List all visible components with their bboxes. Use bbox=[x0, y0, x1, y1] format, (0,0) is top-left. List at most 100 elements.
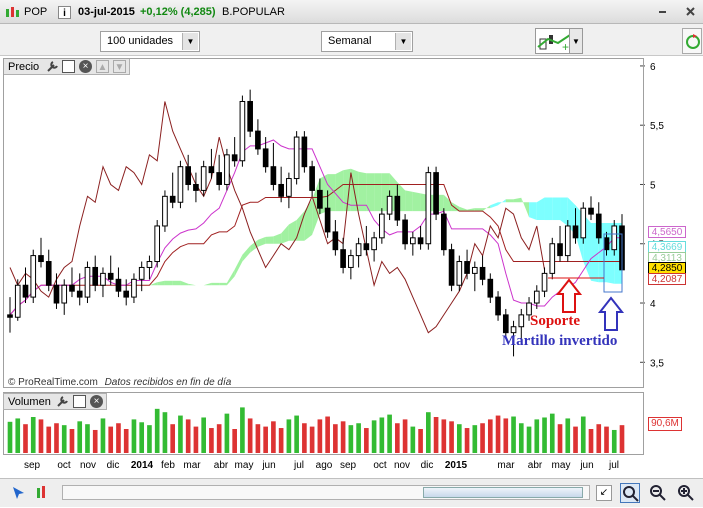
horizontal-scrollbar[interactable] bbox=[62, 485, 590, 500]
volume-bar bbox=[464, 428, 470, 453]
candle-body bbox=[38, 255, 44, 263]
scrollbar-thumb[interactable] bbox=[423, 487, 583, 498]
volume-bar bbox=[170, 424, 176, 453]
cloud-segment bbox=[536, 197, 545, 221]
support-annotation: Soporte bbox=[530, 313, 580, 329]
x-tick-label: 2014 bbox=[131, 460, 154, 471]
candle-body bbox=[410, 237, 416, 245]
volume-bar bbox=[294, 415, 299, 453]
volume-bar bbox=[30, 417, 36, 453]
candle-body bbox=[518, 314, 525, 328]
volume-bar bbox=[511, 416, 516, 453]
x-tick-label: may bbox=[235, 460, 254, 471]
x-tick-label: sep bbox=[24, 460, 41, 471]
x-tick-label: nov bbox=[80, 460, 96, 471]
volume-bar bbox=[611, 429, 617, 453]
y-tick-label: 4 bbox=[650, 299, 656, 310]
volume-bar bbox=[371, 420, 377, 453]
candle-body bbox=[278, 183, 284, 197]
zoom-fit-icon[interactable] bbox=[620, 483, 640, 503]
volume-bar bbox=[495, 415, 501, 453]
candle-body bbox=[69, 284, 75, 292]
candle-body bbox=[317, 189, 323, 209]
maximize-icon[interactable] bbox=[73, 395, 86, 408]
candle-body bbox=[557, 243, 563, 257]
cloud-segment bbox=[521, 197, 530, 218]
time-axis: sep oct nov dic 2014 feb mar abr may jun jul ago sep… bbox=[24, 460, 619, 471]
volume-bar bbox=[418, 429, 423, 453]
x-tick-label: ago bbox=[316, 460, 333, 471]
volume-bar bbox=[619, 425, 625, 453]
volume-bar bbox=[557, 424, 563, 453]
volume-bar bbox=[433, 417, 439, 453]
cloud-segment bbox=[560, 197, 568, 226]
volume-bar bbox=[162, 412, 168, 453]
volume-bar bbox=[247, 418, 253, 453]
x-tick-label: mar bbox=[497, 460, 515, 471]
cloud-segment bbox=[164, 280, 173, 286]
candle-body bbox=[324, 207, 331, 233]
volume-value-label: 90,6M bbox=[648, 417, 682, 431]
volume-bar bbox=[573, 426, 578, 453]
volume-bar bbox=[302, 423, 307, 453]
cloud-segment bbox=[273, 233, 282, 244]
volume-bar bbox=[580, 416, 586, 453]
x-tick-label: 2015 bbox=[445, 460, 468, 471]
candle-body bbox=[355, 243, 362, 257]
volume-bar bbox=[410, 426, 416, 453]
candle-body bbox=[61, 284, 68, 304]
candle-body bbox=[394, 195, 401, 221]
candle-body bbox=[162, 195, 168, 227]
cloud-segment bbox=[172, 280, 181, 286]
volume-bar bbox=[69, 429, 75, 453]
x-tick-label: may bbox=[552, 460, 571, 471]
cloud-segment bbox=[552, 197, 561, 221]
volume-bar bbox=[348, 425, 354, 453]
expand-icon[interactable]: ↙ bbox=[596, 485, 612, 501]
candle-body bbox=[208, 166, 215, 174]
candle-body bbox=[247, 100, 253, 132]
close-icon[interactable]: × bbox=[90, 395, 103, 408]
volume-bar bbox=[518, 423, 524, 453]
volume-bar bbox=[240, 407, 245, 453]
x-tick-label: dic bbox=[421, 460, 434, 471]
candle-body bbox=[456, 261, 463, 286]
drawing-tools-icon[interactable] bbox=[34, 484, 52, 502]
bottom-toolbar: ↙ bbox=[0, 478, 703, 507]
volume-bar bbox=[61, 425, 67, 453]
volume-bar bbox=[364, 428, 369, 453]
cursor-icon[interactable] bbox=[10, 484, 28, 502]
cloud-segment bbox=[374, 173, 382, 212]
x-tick-label: jul bbox=[608, 460, 619, 471]
volume-bar bbox=[278, 428, 284, 453]
candle-body bbox=[611, 225, 618, 251]
candle-body bbox=[479, 266, 486, 280]
zoom-out-icon[interactable] bbox=[648, 483, 668, 503]
volume-bar bbox=[263, 426, 268, 453]
wrench-icon[interactable] bbox=[56, 395, 69, 408]
cloud-segment bbox=[366, 173, 375, 212]
candle-body bbox=[169, 195, 176, 203]
hammer-annotation: Martillo invertido bbox=[502, 333, 618, 349]
candle-body bbox=[386, 195, 393, 215]
cloud-segment bbox=[513, 197, 522, 203]
candle-body bbox=[14, 284, 21, 318]
cloud-segment bbox=[257, 236, 266, 247]
volume-bar bbox=[271, 421, 276, 453]
y-tick-label: 6 bbox=[650, 62, 656, 73]
volume-bar bbox=[426, 412, 431, 453]
candle-body bbox=[45, 261, 52, 286]
x-tick-label: jun bbox=[579, 460, 593, 471]
cloud-segment bbox=[242, 245, 251, 262]
zoom-in-icon[interactable] bbox=[676, 483, 696, 503]
volume-bar bbox=[395, 423, 400, 453]
candle-body bbox=[309, 166, 315, 191]
x-tick-label: mar bbox=[183, 460, 201, 471]
volume-bar bbox=[232, 429, 237, 453]
candle-body bbox=[216, 172, 222, 185]
x-tick-label: dic bbox=[107, 460, 120, 471]
volume-bar bbox=[472, 425, 478, 453]
candle-body bbox=[448, 249, 455, 286]
chikou-line bbox=[9, 101, 545, 334]
candle-body bbox=[200, 166, 207, 191]
